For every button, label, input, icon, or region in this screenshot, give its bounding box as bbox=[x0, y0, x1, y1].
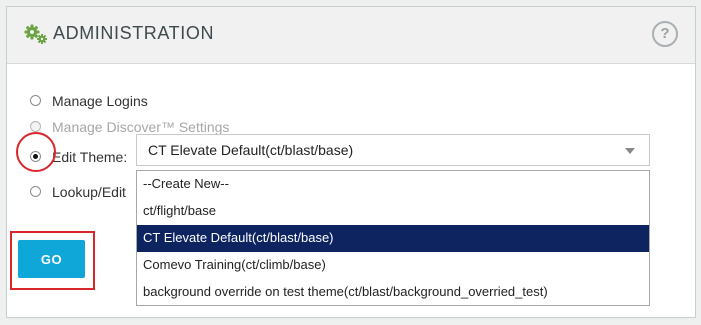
edit-theme-label[interactable]: Edit Theme: bbox=[52, 148, 127, 166]
dropdown-option-create-new[interactable]: --Create New-- bbox=[137, 171, 649, 198]
dropdown-option-ct-elevate-default[interactable]: CT Elevate Default(ct/blast/base) bbox=[137, 225, 649, 252]
lookup-edit-radio[interactable] bbox=[30, 186, 41, 197]
dropdown-option-comevo-training[interactable]: Comevo Training(ct/climb/base) bbox=[137, 252, 649, 279]
manage-discover-settings-radio bbox=[30, 121, 41, 132]
go-button[interactable]: GO bbox=[18, 240, 85, 278]
dropdown-option-ct-flight-base[interactable]: ct/flight/base bbox=[137, 198, 649, 225]
panel-header: ADMINISTRATION ? bbox=[7, 7, 695, 64]
dropdown-option-background-override[interactable]: background override on test theme(ct/bla… bbox=[137, 279, 649, 306]
annotation-circle bbox=[16, 132, 56, 172]
theme-select[interactable]: CT Elevate Default(ct/blast/base) bbox=[136, 134, 650, 166]
help-icon[interactable]: ? bbox=[652, 21, 678, 47]
theme-select-value: CT Elevate Default(ct/blast/base) bbox=[148, 142, 354, 158]
panel-title: ADMINISTRATION bbox=[53, 23, 215, 43]
lookup-edit-label[interactable]: Lookup/Edit bbox=[52, 183, 126, 201]
gears-icon bbox=[24, 24, 47, 44]
manage-logins-radio[interactable] bbox=[30, 95, 41, 106]
chevron-down-icon[interactable] bbox=[625, 148, 635, 154]
theme-dropdown-list: --Create New-- ct/flight/base CT Elevate… bbox=[136, 170, 650, 306]
manage-logins-label[interactable]: Manage Logins bbox=[52, 92, 148, 110]
